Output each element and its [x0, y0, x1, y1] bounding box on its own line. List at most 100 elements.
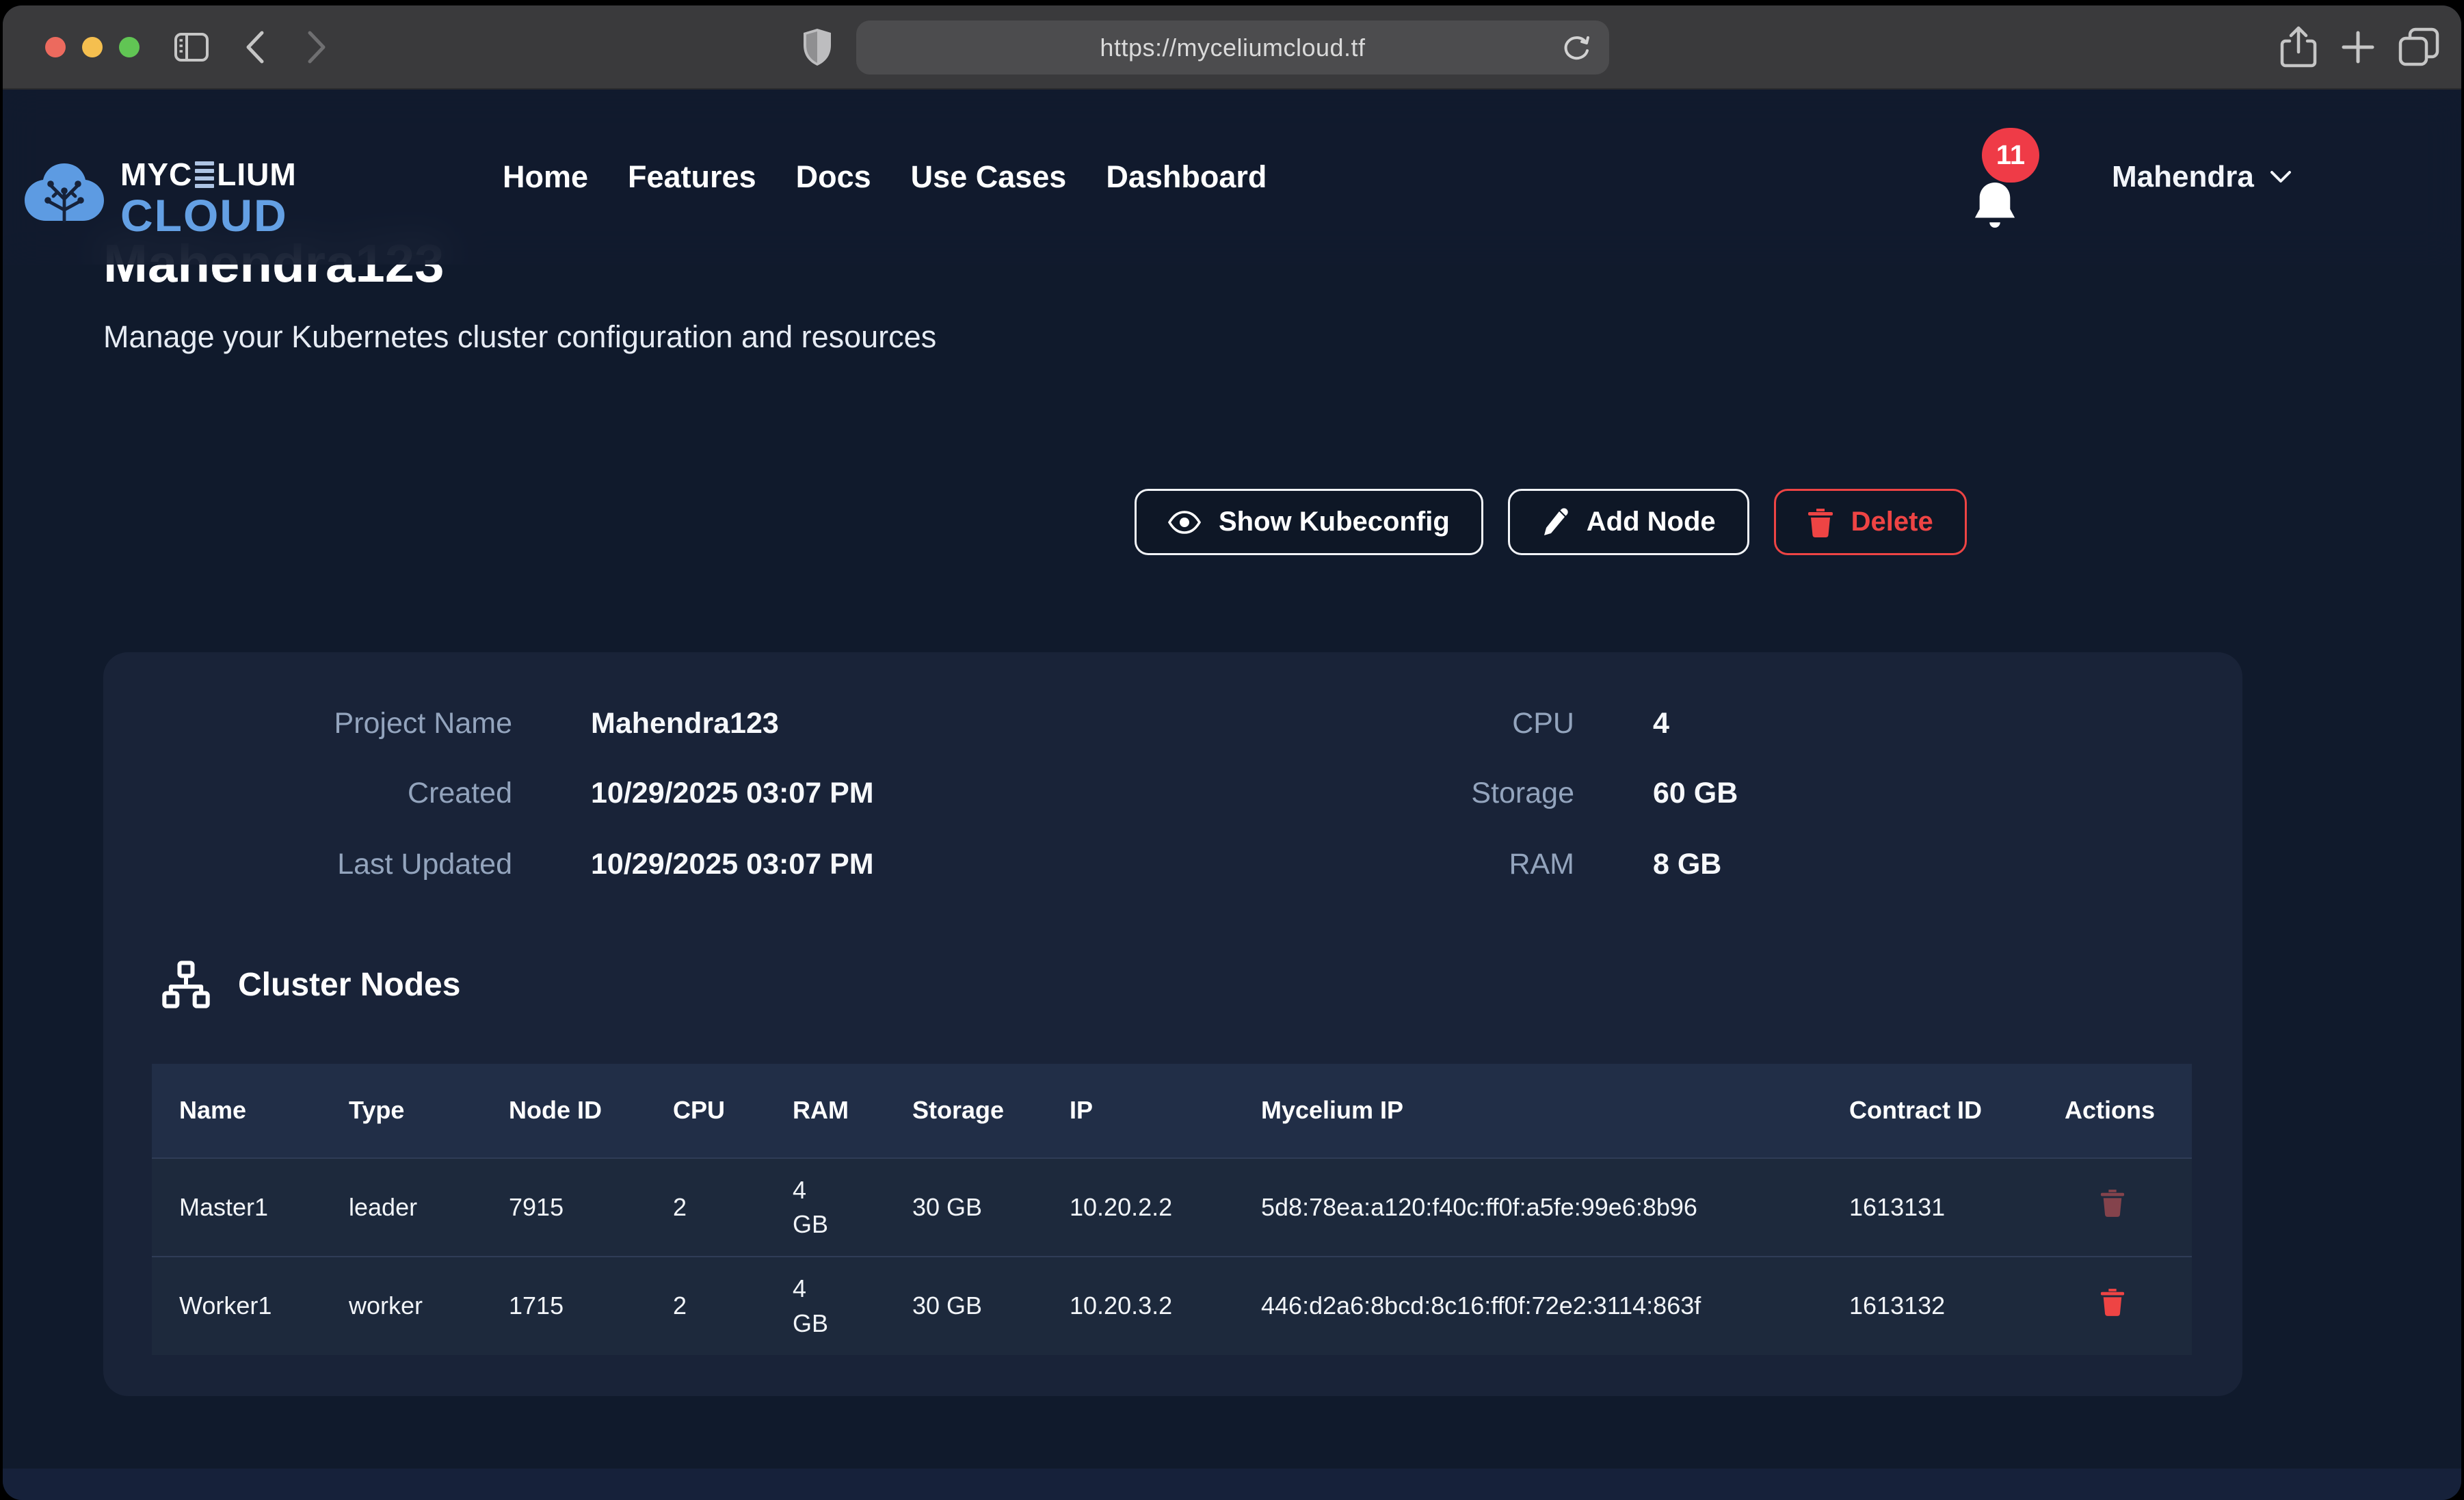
cell-cpu: 2 — [646, 1158, 765, 1257]
trash-icon — [1807, 507, 1833, 537]
table-header-row: Name Type Node ID CPU RAM Storage IP Myc… — [152, 1064, 2192, 1158]
chevron-down-icon — [2269, 170, 2292, 185]
show-kubeconfig-button[interactable]: Show Kubeconfig — [1135, 489, 1483, 555]
minimize-window-button[interactable] — [82, 37, 103, 57]
storage-label: Storage — [1260, 768, 1574, 818]
cpu-label: CPU — [1260, 699, 1574, 748]
user-name: Mahendra — [2112, 160, 2254, 194]
url-text: https://myceliumcloud.tf — [1100, 34, 1365, 62]
cell-ip: 10.20.2.2 — [1042, 1158, 1234, 1257]
cell-storage: 30 GB — [885, 1257, 1042, 1355]
created-value: 10/29/2025 03:07 PM — [591, 768, 874, 818]
cluster-info-card: Project Name Mahendra123 Created 10/29/2… — [103, 652, 2242, 1396]
last-updated-label: Last Updated — [198, 840, 512, 889]
cluster-nodes-table: Name Type Node ID CPU RAM Storage IP Myc… — [152, 1064, 2192, 1355]
last-updated-value: 10/29/2025 03:07 PM — [591, 840, 874, 889]
cell-name: Master1 — [152, 1158, 321, 1257]
nav-link-docs[interactable]: Docs — [796, 159, 871, 195]
nav-link-use-cases[interactable]: Use Cases — [911, 159, 1067, 195]
site-navbar: MYC LIUM CLOUD Home Features Docs Use Ca… — [3, 90, 2461, 265]
brand-logo[interactable]: MYC LIUM CLOUD — [21, 158, 297, 239]
project-name-value: Mahendra123 — [591, 699, 779, 748]
notifications-button[interactable]: 11 — [1972, 90, 2054, 265]
table-row-worker1: Worker1 worker 1715 2 4 GB 30 GB 10.20.3… — [152, 1257, 2192, 1355]
address-bar[interactable]: https://myceliumcloud.tf — [856, 21, 1609, 75]
footer-strip — [3, 1469, 2461, 1500]
cell-name: Worker1 — [152, 1257, 321, 1355]
cell-mycelium-ip: 5d8:78ea:a120:f40c:ff0f:a5fe:99e6:8b96 — [1234, 1158, 1822, 1257]
nav-link-features[interactable]: Features — [628, 159, 756, 195]
zoom-window-button[interactable] — [119, 37, 140, 57]
col-name: Name — [152, 1064, 321, 1158]
browser-toolbar: https://myceliumcloud.tf — [3, 5, 2461, 90]
cell-type: leader — [321, 1158, 481, 1257]
delete-node-trash-icon[interactable] — [2100, 1287, 2125, 1316]
cell-contract-id: 1613132 — [1822, 1257, 2037, 1355]
privacy-shield-icon[interactable] — [802, 27, 833, 67]
nav-link-dashboard[interactable]: Dashboard — [1106, 159, 1267, 195]
cluster-network-icon — [160, 959, 212, 1010]
brand-myc: MYC — [120, 159, 192, 190]
col-type: Type — [321, 1064, 481, 1158]
cell-ip: 10.20.3.2 — [1042, 1257, 1234, 1355]
add-node-label: Add Node — [1587, 507, 1716, 537]
created-label: Created — [198, 768, 512, 818]
col-node-id: Node ID — [481, 1064, 646, 1158]
cell-ram: 4 GB — [765, 1158, 885, 1257]
brand-wordmark: MYC LIUM CLOUD — [120, 159, 297, 238]
cell-actions — [2037, 1257, 2192, 1355]
page-content: Mahendra123 Manage your Kubernetes clust… — [3, 90, 2461, 1500]
cell-node-id: 1715 — [481, 1257, 646, 1355]
ram-value: 8 GB — [1653, 840, 1721, 889]
col-contract-id: Contract ID — [1822, 1064, 2037, 1158]
col-actions: Actions — [2037, 1064, 2192, 1158]
col-mycelium-ip: Mycelium IP — [1234, 1064, 1822, 1158]
delete-label: Delete — [1851, 507, 1933, 537]
cell-node-id: 7915 — [481, 1158, 646, 1257]
cluster-nodes-header: Cluster Nodes — [160, 959, 460, 1010]
main-navigation: Home Features Docs Use Cases Dashboard — [503, 90, 1267, 265]
cell-storage: 30 GB — [885, 1158, 1042, 1257]
col-cpu: CPU — [646, 1064, 765, 1158]
cluster-nodes-title: Cluster Nodes — [238, 966, 460, 1004]
brand-cloud: CLOUD — [120, 193, 297, 238]
brand-lium: LIUM — [217, 159, 296, 190]
cell-actions — [2037, 1158, 2192, 1257]
cell-ram: 4 GB — [765, 1257, 885, 1355]
notification-bell-icon — [1972, 180, 2017, 233]
sidebar-toggle-icon[interactable] — [174, 32, 209, 62]
close-window-button[interactable] — [45, 37, 66, 57]
add-node-button[interactable]: Add Node — [1508, 489, 1749, 555]
delete-cluster-button[interactable]: Delete — [1774, 489, 1967, 555]
browser-window: https://myceliumcloud.tf — [3, 5, 2461, 1500]
show-kubeconfig-label: Show Kubeconfig — [1219, 507, 1450, 537]
new-tab-plus-icon[interactable] — [2340, 29, 2376, 65]
col-ram: RAM — [765, 1064, 885, 1158]
eye-icon — [1168, 511, 1201, 534]
delete-node-trash-icon[interactable] — [2100, 1188, 2125, 1217]
col-storage: Storage — [885, 1064, 1042, 1158]
pencil-icon — [1541, 507, 1569, 537]
forward-button[interactable] — [305, 29, 328, 65]
table-row-master1: Master1 leader 7915 2 4 GB 30 GB 10.20.2… — [152, 1158, 2192, 1257]
ram-label: RAM — [1260, 840, 1574, 889]
nav-link-home[interactable]: Home — [503, 159, 588, 195]
page-subtitle: Manage your Kubernetes cluster configura… — [103, 319, 936, 355]
cell-cpu: 2 — [646, 1257, 765, 1355]
col-ip: IP — [1042, 1064, 1234, 1158]
notification-count-badge: 11 — [1982, 128, 2039, 183]
reload-icon[interactable] — [1561, 31, 1591, 64]
mycelium-cloud-logo-icon — [21, 158, 108, 239]
back-button[interactable] — [243, 29, 267, 65]
share-icon[interactable] — [2280, 26, 2317, 68]
brand-e-bars-icon — [195, 161, 214, 188]
tab-overview-icon[interactable] — [2398, 27, 2440, 67]
window-controls — [45, 37, 140, 57]
cell-contract-id: 1613131 — [1822, 1158, 2037, 1257]
cell-mycelium-ip: 446:d2a6:8bcd:8c16:ff0f:72e2:3114:863f — [1234, 1257, 1822, 1355]
user-menu[interactable]: Mahendra — [2112, 90, 2292, 265]
cluster-actions: Show Kubeconfig Add Node — [1135, 489, 1967, 555]
cpu-value: 4 — [1653, 699, 1669, 748]
project-name-label: Project Name — [198, 699, 512, 748]
cell-type: worker — [321, 1257, 481, 1355]
